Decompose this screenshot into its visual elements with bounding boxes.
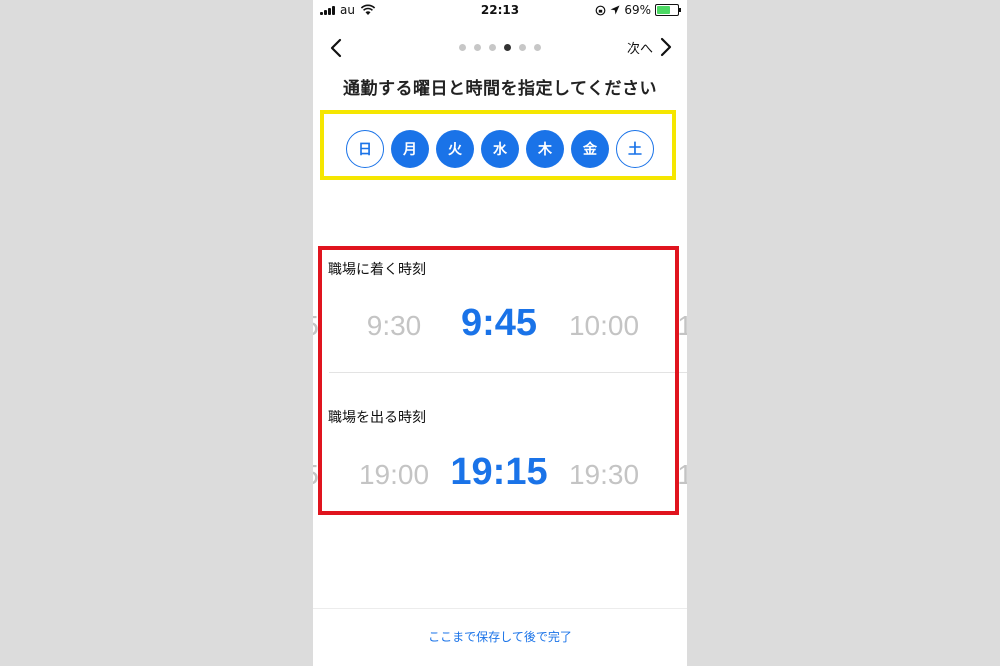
next-button[interactable]: 次へ (627, 37, 673, 57)
step-dot (459, 44, 466, 51)
rotation-lock-icon (595, 5, 606, 15)
step-dot (489, 44, 496, 51)
status-bar: au 22:13 69% (313, 0, 687, 22)
location-arrow-icon (610, 5, 620, 15)
next-label: 次へ (626, 41, 653, 57)
save-and-finish-later-link[interactable]: ここまで保存して後で完了 (313, 628, 687, 645)
step-dot (534, 44, 541, 51)
step-dot (504, 44, 511, 51)
page-title: 通勤する曜日と時間を指定してください (343, 79, 657, 99)
battery-icon (655, 4, 681, 16)
battery-percent: 69% (624, 3, 651, 17)
step-dot (519, 44, 526, 51)
time-highlight-box (318, 246, 679, 515)
status-right: 69% (595, 3, 681, 17)
step-dot (474, 44, 481, 51)
footer-divider (313, 608, 687, 609)
weekday-highlight-box (320, 110, 676, 180)
chevron-right-icon (660, 37, 672, 57)
